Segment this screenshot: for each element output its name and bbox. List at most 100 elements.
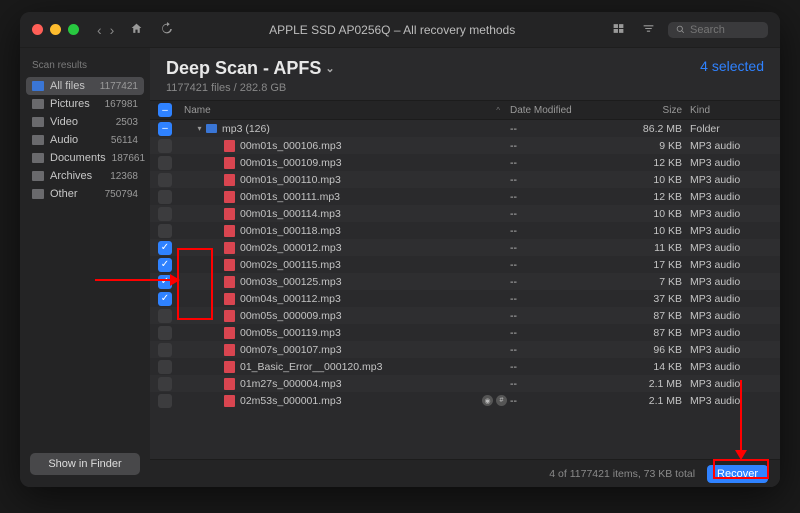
table-row[interactable]: 00m05s_000009.mp3--87 KBMP3 audio: [150, 307, 780, 324]
row-checkbox[interactable]: ✓: [158, 275, 172, 289]
row-checkbox[interactable]: [158, 156, 172, 170]
row-checkbox[interactable]: [158, 139, 172, 153]
file-name: 00m01s_000106.mp3: [240, 140, 342, 152]
table-row[interactable]: ✓00m02s_000115.mp3--17 KBMP3 audio: [150, 256, 780, 273]
preview-badge-icon[interactable]: ◉: [482, 395, 493, 406]
row-size: 14 KB: [620, 361, 690, 373]
row-checkbox[interactable]: ✓: [158, 292, 172, 306]
zoom-window-button[interactable]: [68, 24, 79, 35]
view-mode-icon[interactable]: [608, 22, 628, 38]
selected-count[interactable]: 4 selected: [700, 58, 764, 74]
file-name: 00m01s_000109.mp3: [240, 157, 342, 169]
row-checkbox[interactable]: ✓: [158, 241, 172, 255]
row-checkbox[interactable]: –: [158, 122, 172, 136]
nav-arrows: ‹ ›: [95, 22, 116, 38]
row-name-cell: 00m02s_000115.mp3: [184, 259, 510, 271]
row-date: --: [510, 395, 620, 407]
sidebar-item-pictures[interactable]: Pictures167981: [26, 95, 144, 113]
column-name[interactable]: Name ^: [184, 105, 510, 116]
file-list[interactable]: –▾mp3 (126)--86.2 MBFolder00m01s_000106.…: [150, 120, 780, 459]
show-in-finder-button[interactable]: Show in Finder: [30, 453, 140, 475]
table-row[interactable]: ✓00m03s_000125.mp3--7 KBMP3 audio: [150, 273, 780, 290]
table-row[interactable]: 00m01s_000109.mp3--12 KBMP3 audio: [150, 154, 780, 171]
row-size: 86.2 MB: [620, 123, 690, 135]
column-size[interactable]: Size: [620, 105, 690, 116]
row-checkbox[interactable]: [158, 343, 172, 357]
table-row[interactable]: 00m01s_000110.mp3--10 KBMP3 audio: [150, 171, 780, 188]
recover-button[interactable]: Recover: [707, 465, 768, 483]
nav-forward-button[interactable]: ›: [108, 22, 117, 38]
table-row[interactable]: ✓00m04s_000112.mp3--37 KBMP3 audio: [150, 290, 780, 307]
table-row[interactable]: ✓00m02s_000012.mp3--11 KBMP3 audio: [150, 239, 780, 256]
settings-icon[interactable]: [638, 22, 658, 38]
row-checkbox[interactable]: [158, 224, 172, 238]
column-date[interactable]: Date Modified: [510, 105, 620, 116]
row-date: --: [510, 361, 620, 373]
row-size: 10 KB: [620, 174, 690, 186]
table-row[interactable]: –▾mp3 (126)--86.2 MBFolder: [150, 120, 780, 137]
sidebar-item-archives[interactable]: Archives 12368: [26, 167, 144, 185]
audio-file-icon: [224, 361, 235, 373]
table-row[interactable]: 01m27s_000004.mp3--2.1 MBMP3 audio: [150, 375, 780, 392]
sidebar-item-count: 56114: [111, 135, 138, 146]
table-row[interactable]: 01_Basic_Error__000120.mp3--14 KBMP3 aud…: [150, 358, 780, 375]
sidebar-item-all-files[interactable]: All files1177421: [26, 77, 144, 95]
home-icon[interactable]: [126, 22, 146, 38]
row-checkbox[interactable]: [158, 309, 172, 323]
row-checkbox[interactable]: [158, 394, 172, 408]
row-checkbox[interactable]: [158, 326, 172, 340]
file-name: 00m02s_000012.mp3: [240, 242, 342, 254]
row-name-cell: 00m05s_000009.mp3: [184, 310, 510, 322]
disclosure-icon[interactable]: ▾: [196, 124, 203, 133]
table-row[interactable]: 00m01s_000111.mp3--12 KBMP3 audio: [150, 188, 780, 205]
row-size: 7 KB: [620, 276, 690, 288]
hex-badge-icon[interactable]: #: [496, 395, 507, 406]
row-name-cell: 00m07s_000107.mp3: [184, 344, 510, 356]
row-kind: MP3 audio: [690, 225, 780, 237]
nav-back-button[interactable]: ‹: [95, 22, 104, 38]
sidebar-item-count: 12368: [110, 171, 138, 182]
chevron-down-icon: ⌄: [325, 62, 334, 75]
sidebar-item-video[interactable]: Video2503: [26, 113, 144, 131]
sidebar-item-audio[interactable]: Audio56114: [26, 131, 144, 149]
close-window-button[interactable]: [32, 24, 43, 35]
row-checkbox[interactable]: ✓: [158, 258, 172, 272]
table-row[interactable]: 00m05s_000119.mp3--87 KBMP3 audio: [150, 324, 780, 341]
table-row[interactable]: 00m01s_000106.mp3--9 KBMP3 audio: [150, 137, 780, 154]
table-row[interactable]: 00m01s_000114.mp3--10 KBMP3 audio: [150, 205, 780, 222]
scan-title[interactable]: Deep Scan - APFS ⌄: [166, 58, 335, 79]
minimize-window-button[interactable]: [50, 24, 61, 35]
row-checkbox[interactable]: [158, 207, 172, 221]
sidebar-item-documents[interactable]: Documents187661: [26, 149, 144, 167]
row-size: 10 KB: [620, 208, 690, 220]
row-name-cell: 02m53s_000001.mp3 ◉#: [184, 395, 510, 407]
folder-icon: [32, 135, 44, 145]
row-name-cell: 00m01s_000110.mp3: [184, 174, 510, 186]
search-input[interactable]: [690, 24, 760, 36]
file-name: 02m53s_000001.mp3: [240, 395, 342, 407]
history-icon[interactable]: [156, 22, 176, 38]
table-row[interactable]: 00m01s_000118.mp3--10 KBMP3 audio: [150, 222, 780, 239]
row-kind: MP3 audio: [690, 276, 780, 288]
audio-file-icon: [224, 276, 235, 288]
row-checkbox[interactable]: [158, 377, 172, 391]
file-name: 00m07s_000107.mp3: [240, 344, 342, 356]
row-name-cell: 01m27s_000004.mp3: [184, 378, 510, 390]
row-checkbox[interactable]: [158, 173, 172, 187]
row-kind: MP3 audio: [690, 259, 780, 271]
row-date: --: [510, 225, 620, 237]
sidebar-item-label: Archives: [50, 170, 104, 182]
sidebar-heading: Scan results: [26, 56, 144, 77]
table-row[interactable]: 02m53s_000001.mp3◉#--2.1 MBMP3 audio: [150, 392, 780, 409]
row-checkbox[interactable]: [158, 360, 172, 374]
sidebar-item-label: Documents: [50, 152, 106, 164]
table-row[interactable]: 00m07s_000107.mp3--96 KBMP3 audio: [150, 341, 780, 358]
search-field[interactable]: [668, 22, 768, 38]
audio-file-icon: [224, 310, 235, 322]
folder-icon: [32, 171, 44, 181]
row-checkbox[interactable]: [158, 190, 172, 204]
row-date: --: [510, 191, 620, 203]
column-kind[interactable]: Kind: [690, 105, 780, 116]
select-all-checkbox[interactable]: –: [158, 103, 172, 117]
sidebar-item-other[interactable]: Other750794: [26, 185, 144, 203]
